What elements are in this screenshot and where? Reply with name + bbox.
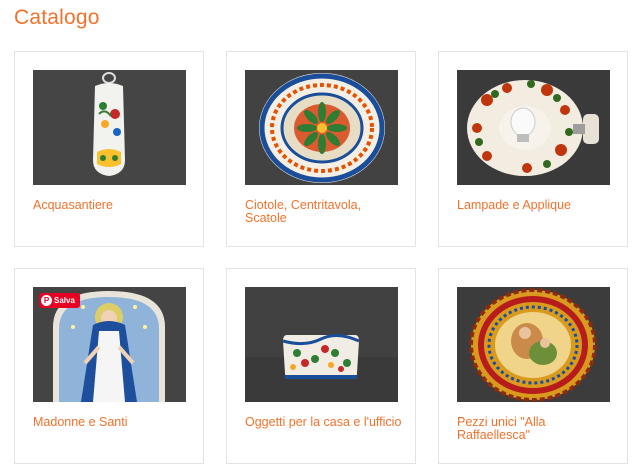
catalog-image[interactable] — [457, 70, 610, 185]
catalog-image[interactable] — [245, 70, 398, 185]
catalog-image[interactable] — [457, 287, 610, 402]
catalog-card-madonne[interactable]: P Salva Madonne e Santi — [14, 268, 204, 464]
catalog-card-label[interactable]: Madonne e Santi — [33, 416, 193, 429]
catalog-card-label[interactable]: Ciotole, Centritavola, Scatole — [245, 199, 405, 225]
page-title: Catalogo — [14, 6, 100, 29]
pinterest-save-label: Salva — [54, 296, 75, 305]
catalog-image[interactable]: P Salva — [33, 287, 186, 402]
catalog-image[interactable] — [245, 287, 398, 402]
catalog-card-oggetti[interactable]: Oggetti per la casa e l'ufficio — [226, 268, 416, 464]
catalog-card-label[interactable]: Acquasantiere — [33, 199, 193, 212]
catalog-card-lampade[interactable]: Lampade e Applique — [438, 51, 628, 247]
catalog-card-label[interactable]: Oggetti per la casa e l'ufficio — [245, 416, 405, 429]
catalog-card-ciotole[interactable]: Ciotole, Centritavola, Scatole — [226, 51, 416, 247]
catalog-card-pezzi-unici[interactable]: Pezzi unici "Alla Raffaellesca" — [438, 268, 628, 464]
catalog-image[interactable] — [33, 70, 186, 185]
pinterest-icon: P — [41, 295, 52, 306]
catalog-card-label[interactable]: Pezzi unici "Alla Raffaellesca" — [457, 416, 617, 442]
catalog-card-label[interactable]: Lampade e Applique — [457, 199, 617, 212]
catalog-card-acquasantiere[interactable]: Acquasantiere — [14, 51, 204, 247]
pinterest-save-button[interactable]: P Salva — [39, 293, 80, 308]
